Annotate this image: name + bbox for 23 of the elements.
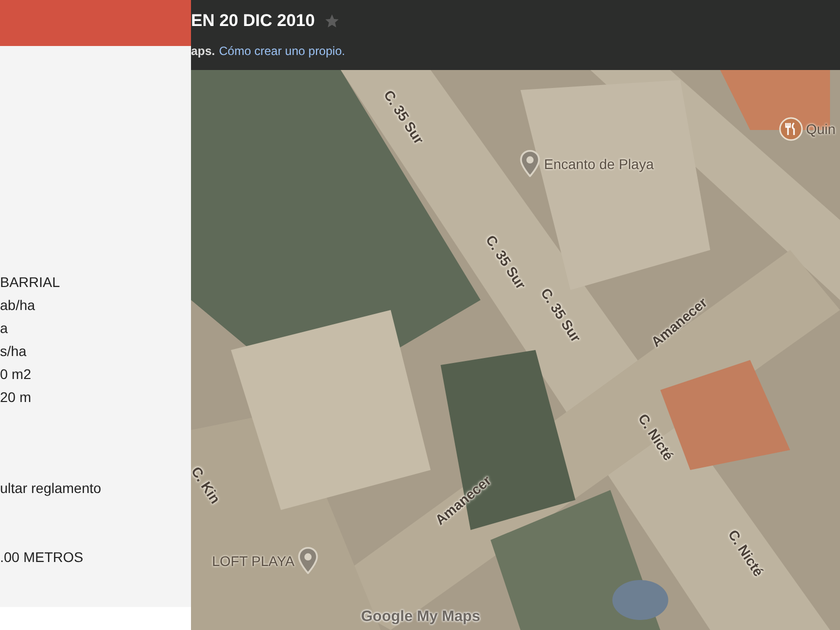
map-title: EN 20 DIC 2010 [191,11,315,31]
place-label[interactable]: LOFT PLAYA [212,552,294,568]
map-attribution: Google My Maps [361,608,480,625]
star-icon[interactable] [324,13,340,29]
fork-knife-icon[interactable] [779,117,803,141]
street-label: C. 35 Sur [482,232,530,292]
info-text: .00 METROS [0,549,84,566]
street-label: C. 35 Sur [538,285,584,345]
info-text: ultar reglamento [0,480,102,497]
info-text: 20 m [0,389,32,406]
info-text: BARRIAL [0,274,61,291]
info-text: a [0,320,9,337]
place-label[interactable]: Quin [806,121,836,137]
street-label: C. 35 Sur [380,87,428,147]
info-text: s/ha [0,343,28,360]
location-pin-icon[interactable] [297,547,320,574]
street-label: C. Kin [191,464,224,506]
info-text: ab/ha [0,297,36,314]
create-map-link[interactable]: Cómo crear uno propio. [219,44,346,58]
place-label[interactable]: Encanto de Playa [544,156,654,172]
location-pin-icon[interactable] [519,150,541,177]
subtitle-text: aps. [191,44,216,58]
info-text: 0 m2 [0,366,32,383]
